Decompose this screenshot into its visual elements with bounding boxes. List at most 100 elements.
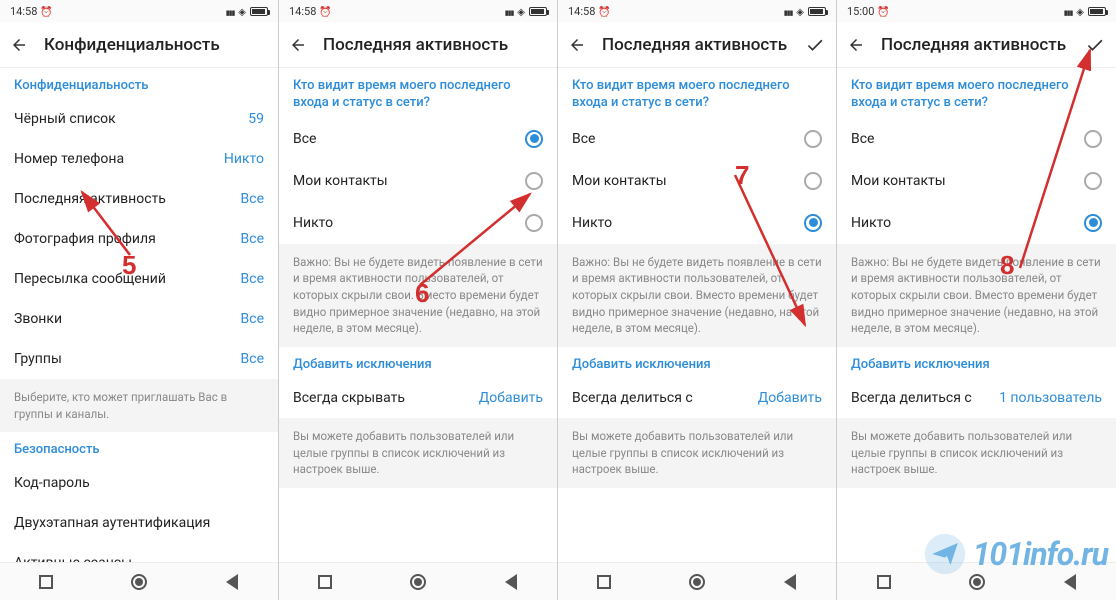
nav-bar bbox=[0, 562, 278, 600]
nav-bar bbox=[279, 562, 557, 600]
exceptions-header: Добавить исключения bbox=[558, 347, 836, 378]
section-footer-privacy: Выберите, кто может приглашать Вас в гру… bbox=[0, 379, 278, 432]
nav-recent-button[interactable] bbox=[874, 572, 894, 592]
row-passcode[interactable]: Код-пароль bbox=[0, 463, 278, 503]
radio-icon bbox=[525, 172, 543, 190]
status-time: 14:58 bbox=[289, 5, 316, 18]
row-blacklist[interactable]: Чёрный список59 bbox=[0, 99, 278, 139]
radio-icon bbox=[1084, 214, 1102, 232]
info-note: Важно: Вы не будете видеть появление в с… bbox=[837, 244, 1116, 347]
alarm-icon bbox=[877, 5, 889, 18]
exceptions-note: Вы можете добавить пользователей или цел… bbox=[558, 418, 836, 488]
page-title: Последняя активность bbox=[881, 35, 1068, 55]
radio-nobody[interactable]: Никто bbox=[558, 202, 836, 244]
exceptions-header: Добавить исключения bbox=[279, 347, 557, 378]
screen-2-last-seen: 14:58 Последняя активность Кто видит вре… bbox=[279, 0, 558, 600]
status-time: 15:00 bbox=[847, 5, 874, 18]
question-header: Кто видит время моего последнего входа и… bbox=[837, 68, 1116, 118]
screen-1-privacy: 14:58 Конфиденциальность Конфиденциально… bbox=[0, 0, 279, 600]
info-note: Важно: Вы не будете видеть появление в с… bbox=[558, 244, 836, 347]
nav-back-button[interactable] bbox=[501, 572, 521, 592]
row-always-share[interactable]: Всегда делиться сДобавить bbox=[558, 378, 836, 418]
radio-nobody[interactable]: Никто bbox=[279, 202, 557, 244]
page-title: Последняя активность bbox=[602, 35, 788, 55]
radio-icon bbox=[1084, 172, 1102, 190]
nav-recent-button[interactable] bbox=[594, 572, 614, 592]
battery-icon bbox=[250, 7, 268, 16]
status-time: 14:58 bbox=[10, 5, 37, 18]
radio-contacts[interactable]: Мои контакты bbox=[837, 160, 1116, 202]
back-button[interactable] bbox=[568, 36, 586, 54]
row-profile-photo[interactable]: Фотография профиляВсе bbox=[0, 219, 278, 259]
exceptions-note: Вы можете добавить пользователей или цел… bbox=[279, 418, 557, 488]
status-time: 14:58 bbox=[568, 5, 595, 18]
radio-contacts[interactable]: Мои контакты bbox=[558, 160, 836, 202]
status-bar: 14:58 bbox=[279, 0, 557, 22]
row-phone[interactable]: Номер телефонаНикто bbox=[0, 139, 278, 179]
row-calls[interactable]: ЗвонкиВсе bbox=[0, 299, 278, 339]
exceptions-header: Добавить исключения bbox=[837, 347, 1116, 378]
battery-icon bbox=[808, 7, 826, 16]
exceptions-note: Вы можете добавить пользователей или цел… bbox=[837, 418, 1116, 488]
radio-contacts[interactable]: Мои контакты bbox=[279, 160, 557, 202]
signal-icon bbox=[1064, 5, 1073, 18]
alarm-icon bbox=[598, 5, 610, 18]
row-last-seen[interactable]: Последняя активностьВсе bbox=[0, 179, 278, 219]
section-header-security: Безопасность bbox=[0, 432, 278, 463]
alarm-icon bbox=[40, 5, 52, 18]
page-title: Последняя активность bbox=[323, 35, 547, 55]
radio-icon bbox=[804, 214, 822, 232]
nav-recent-button[interactable] bbox=[36, 572, 56, 592]
question-header: Кто видит время моего последнего входа и… bbox=[279, 68, 557, 118]
app-bar: Последняя активность bbox=[279, 22, 557, 68]
row-sessions[interactable]: Активные сеансы bbox=[0, 543, 278, 562]
radio-icon bbox=[525, 214, 543, 232]
back-button[interactable] bbox=[10, 36, 28, 54]
status-bar: 15:00 bbox=[837, 0, 1116, 22]
wifi-icon bbox=[796, 5, 804, 18]
nav-back-button[interactable] bbox=[222, 572, 242, 592]
radio-everybody[interactable]: Все bbox=[279, 118, 557, 160]
radio-everybody[interactable]: Все bbox=[837, 118, 1116, 160]
nav-back-button[interactable] bbox=[780, 572, 800, 592]
question-header: Кто видит время моего последнего входа и… bbox=[558, 68, 836, 118]
screen-3-last-seen: 14:58 Последняя активность Кто видит вре… bbox=[558, 0, 837, 600]
row-groups[interactable]: ГруппыВсе bbox=[0, 339, 278, 379]
nav-bar bbox=[558, 562, 836, 600]
back-button[interactable] bbox=[289, 36, 307, 54]
row-always-share[interactable]: Всегда делиться с1 пользователь bbox=[837, 378, 1116, 418]
nav-home-button[interactable] bbox=[129, 572, 149, 592]
radio-icon bbox=[525, 130, 543, 148]
nav-bar bbox=[837, 562, 1116, 600]
nav-home-button[interactable] bbox=[408, 572, 428, 592]
screen-4-last-seen: 15:00 Последняя активность Кто видит вре… bbox=[837, 0, 1116, 600]
battery-icon bbox=[529, 7, 547, 16]
confirm-button[interactable] bbox=[804, 34, 826, 56]
wifi-icon bbox=[238, 5, 246, 18]
status-bar: 14:58 bbox=[0, 0, 278, 22]
nav-recent-button[interactable] bbox=[315, 572, 335, 592]
page-title: Конфиденциальность bbox=[44, 35, 268, 55]
nav-home-button[interactable] bbox=[687, 572, 707, 592]
wifi-icon bbox=[517, 5, 525, 18]
app-bar: Последняя активность bbox=[837, 22, 1116, 68]
wifi-icon bbox=[1076, 5, 1084, 18]
app-bar: Последняя активность bbox=[558, 22, 836, 68]
app-bar: Конфиденциальность bbox=[0, 22, 278, 68]
confirm-button[interactable] bbox=[1084, 34, 1106, 56]
alarm-icon bbox=[319, 5, 331, 18]
battery-icon bbox=[1088, 7, 1106, 16]
row-always-hide[interactable]: Всегда скрыватьДобавить bbox=[279, 378, 557, 418]
row-forwarding[interactable]: Пересылка сообщенийВсе bbox=[0, 259, 278, 299]
radio-icon bbox=[1084, 130, 1102, 148]
nav-home-button[interactable] bbox=[967, 572, 987, 592]
signal-icon bbox=[784, 5, 793, 18]
radio-everybody[interactable]: Все bbox=[558, 118, 836, 160]
radio-icon bbox=[804, 130, 822, 148]
radio-nobody[interactable]: Никто bbox=[837, 202, 1116, 244]
row-2fa[interactable]: Двухэтапная аутентификация bbox=[0, 503, 278, 543]
signal-icon bbox=[226, 5, 235, 18]
nav-back-button[interactable] bbox=[1060, 572, 1080, 592]
back-button[interactable] bbox=[847, 36, 865, 54]
status-bar: 14:58 bbox=[558, 0, 836, 22]
